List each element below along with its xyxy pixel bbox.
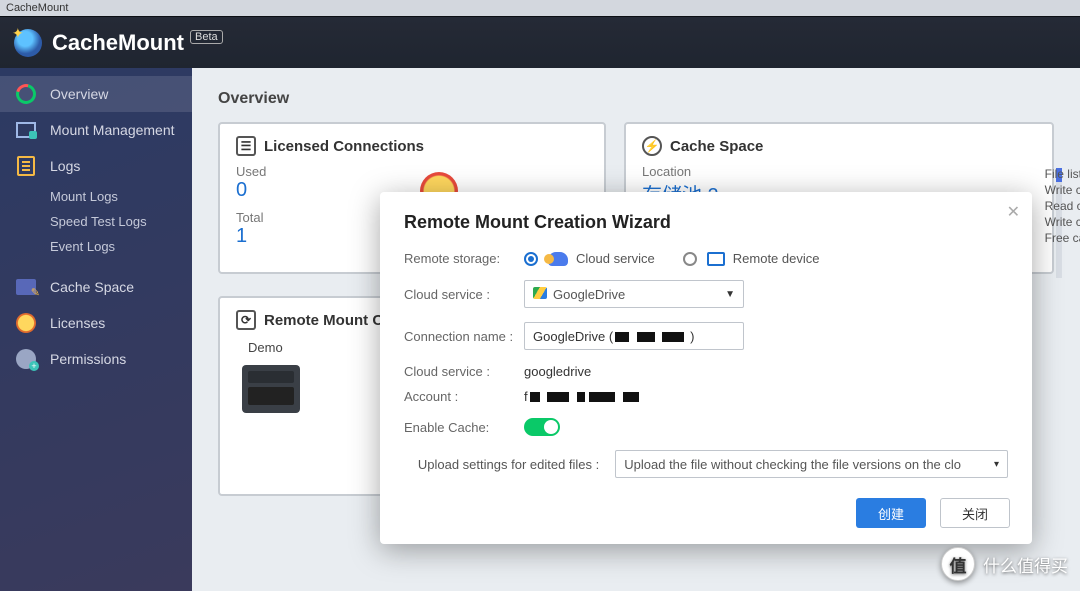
account-value: f [524, 389, 641, 404]
sidebar-item-label: Overview [50, 86, 108, 102]
sidebar-item-label: Permissions [50, 351, 126, 367]
sidebar: Overview Mount Management Logs Mount Log… [0, 68, 192, 591]
card-title: Cache Space [670, 138, 763, 155]
upload-settings-label: Upload settings for edited files : [404, 457, 615, 472]
sidebar-item-speed-test-logs[interactable]: Speed Test Logs [0, 209, 192, 234]
upload-settings-select[interactable]: Upload the file without checking the fil… [615, 450, 1008, 478]
radio-remote-device[interactable] [683, 252, 697, 266]
radio-cloud-service[interactable] [524, 252, 538, 266]
card-title: Remote Mount Co [264, 312, 392, 329]
sidebar-item-event-logs[interactable]: Event Logs [0, 234, 192, 259]
used-label: Used [236, 164, 588, 179]
sidebar-item-mount-logs[interactable]: Mount Logs [0, 184, 192, 209]
remote-card-icon: ⟳ [236, 310, 256, 330]
cache-legend: File list m Write cac Read cac Write cac… [1045, 166, 1080, 246]
dialog-title: Remote Mount Creation Wizard [404, 212, 1008, 233]
connection-name-label: Connection name : [404, 329, 524, 344]
cache-icon [14, 277, 38, 297]
sidebar-item-label: Logs [50, 158, 80, 174]
device-icon [14, 120, 38, 140]
remote-storage-label: Remote storage: [404, 251, 524, 266]
cloud-service-label: Cloud service : [404, 287, 524, 302]
page-title: Overview [218, 90, 1054, 108]
chevron-down-icon: ▾ [994, 459, 999, 470]
card-title: Licensed Connections [264, 138, 424, 155]
cloud-service-select[interactable]: GoogleDrive ▼ [524, 280, 744, 308]
close-icon[interactable]: ✕ [1007, 202, 1020, 222]
googledrive-icon [533, 287, 547, 299]
permissions-icon [14, 349, 38, 369]
sidebar-item-cache-space[interactable]: Cache Space [0, 269, 192, 305]
logs-icon [14, 156, 38, 176]
sidebar-item-licenses[interactable]: Licenses [0, 305, 192, 341]
sidebar-item-mount-management[interactable]: Mount Management [0, 112, 192, 148]
enable-cache-label: Enable Cache: [404, 420, 524, 435]
license-icon [14, 313, 38, 333]
license-card-icon: ☰ [236, 136, 256, 156]
app-header: CacheMount Beta [0, 16, 1080, 68]
window-titlebar: CacheMount [0, 0, 1080, 16]
enable-cache-toggle[interactable] [524, 418, 560, 436]
sidebar-item-overview[interactable]: Overview [0, 76, 192, 112]
cloud-service-value: googledrive [524, 364, 591, 379]
gauge-icon [14, 84, 38, 104]
create-button[interactable]: 创建 [856, 498, 926, 528]
cloud-service-label-2: Cloud service : [404, 364, 524, 379]
watermark: 值 什么值得买 [941, 547, 1068, 581]
app-name: CacheMount [52, 30, 184, 56]
remote-device-icon [707, 252, 725, 266]
radio-label-device: Remote device [733, 251, 820, 266]
remote-mount-wizard-dialog: ✕ Remote Mount Creation Wizard Remote st… [380, 192, 1032, 544]
sidebar-item-logs[interactable]: Logs [0, 148, 192, 184]
account-label: Account : [404, 389, 524, 404]
sidebar-item-label: Cache Space [50, 279, 134, 295]
location-label: Location [642, 164, 1036, 179]
sidebar-item-label: Mount Management [50, 123, 175, 138]
chevron-down-icon: ▼ [725, 289, 735, 300]
radio-label-cloud: Cloud service [576, 251, 655, 266]
app-logo-icon [14, 29, 42, 57]
sidebar-item-label: Licenses [50, 315, 105, 331]
beta-badge: Beta [190, 30, 223, 44]
cloud-icon [548, 252, 568, 266]
connection-name-input[interactable]: GoogleDrive ( ) [524, 322, 744, 350]
close-button[interactable]: 关闭 [940, 498, 1010, 528]
bolt-icon: ⚡ [642, 136, 662, 156]
nas-icon [242, 365, 300, 413]
watermark-badge-icon: 值 [941, 547, 975, 581]
sidebar-item-permissions[interactable]: Permissions [0, 341, 192, 377]
